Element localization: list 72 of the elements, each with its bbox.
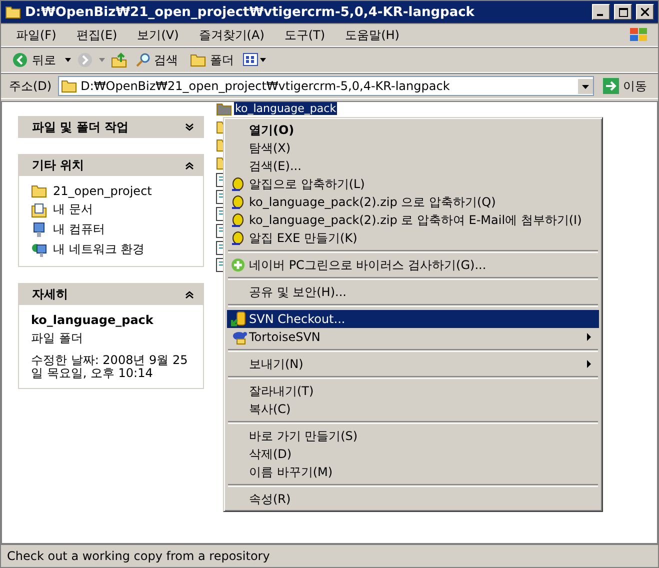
network-icon [31, 242, 47, 258]
status-text: Check out a working copy from a repository [1, 544, 658, 567]
place-link[interactable]: 내 네트워크 환경 [31, 241, 191, 258]
panel-header[interactable]: 기타 위치 [18, 154, 204, 176]
panel-header[interactable]: 파일 및 폴더 작업 [18, 116, 204, 138]
egg-icon [231, 194, 245, 210]
flag-logo-icon [628, 26, 650, 44]
close-icon [641, 8, 649, 16]
egg-icon [231, 212, 245, 228]
menu-item[interactable]: 공유 및 보안(H)... [227, 283, 599, 301]
menu-item[interactable]: 네이버 PC그린으로 바이러스 검사하기(G)... [227, 256, 599, 274]
plus-icon [231, 258, 245, 272]
menu-item[interactable]: 보내기(N) [227, 355, 599, 373]
folder-icon [60, 79, 77, 93]
egg-icon [231, 176, 245, 192]
menu-item[interactable]: ko_language_pack(2).zip 로 압축하여 E-Mail에 첨부하기(I) [227, 211, 599, 229]
place-link[interactable]: 내 컴퓨터 [31, 221, 191, 238]
menu-item[interactable]: 파일(F) [9, 24, 64, 46]
folders-button[interactable]: 폴더 [187, 50, 237, 70]
window-title: D:₩OpenBiz₩21_open_project₩vtigercrm-5,0,4-KR-langpack [25, 4, 476, 20]
folder-icon [31, 184, 47, 198]
egg-icon [231, 230, 245, 246]
computer-icon [31, 222, 47, 238]
views-icon[interactable] [243, 53, 267, 67]
menu-item[interactable]: 삭제(D) [227, 445, 599, 463]
address-label: 주소(D) [9, 78, 52, 94]
file-name[interactable]: ko_language_pack [234, 102, 338, 115]
folder-icon [5, 5, 21, 19]
folder-icon [190, 53, 206, 67]
maximize-icon [618, 8, 628, 16]
menu-item[interactable]: 도구(T) [277, 24, 332, 46]
menu-item[interactable]: 속성(R) [227, 490, 599, 508]
menu-item[interactable]: 이름 바꾸기(M) [227, 463, 599, 481]
maximize-button[interactable] [614, 4, 632, 20]
documents-folder-icon [31, 202, 47, 218]
modified-date: 수정한 날짜: 2008년 9월 25일 목요일, 오후 10:14 [31, 354, 189, 380]
menu-item[interactable]: 편집(E) [69, 24, 124, 46]
arrow-icon [603, 78, 619, 94]
menu-item[interactable]: ko_language_pack(2).zip 으로 압축하기(Q) [227, 193, 599, 211]
item-type: 파일 폴더 [31, 330, 84, 347]
menu-item[interactable]: SVN Checkout... [227, 310, 599, 328]
checkout-icon [231, 311, 247, 327]
address-field[interactable]: D:₩OpenBiz₩21_open_project₩vtigercrm-5,0,4-KR-langpack [58, 76, 594, 96]
dropdown-icon[interactable] [578, 78, 593, 94]
menu-item[interactable]: 잘라내기(T) [227, 382, 599, 400]
menu-item[interactable]: 알집 EXE 만들기(K) [227, 229, 599, 247]
expand-icon[interactable] [185, 122, 194, 132]
menu-item[interactable]: 검색(E)... [227, 157, 599, 175]
search-icon [136, 53, 150, 67]
collapse-icon[interactable] [185, 290, 194, 298]
menu-item[interactable]: 도움말(H) [338, 24, 406, 46]
menu-item[interactable]: 바로 가기 만들기(S) [227, 427, 599, 445]
dropdown-icon[interactable] [65, 58, 71, 62]
menu-item[interactable]: 즐겨찾기(A) [192, 24, 272, 46]
place-link[interactable]: 내 문서 [31, 201, 191, 218]
back-icon [12, 52, 28, 68]
menu-item[interactable]: 열기(O) [227, 121, 599, 139]
minimize-button[interactable] [592, 4, 610, 20]
go-button[interactable]: 이동 [600, 76, 650, 96]
menu-item[interactable]: 복사(C) [227, 400, 599, 418]
close-button[interactable] [636, 4, 654, 20]
menu-item[interactable]: 알집으로 압축하기(L) [227, 175, 599, 193]
panel-header[interactable]: 자세히 [18, 283, 204, 305]
back-button[interactable]: 뒤로 [9, 50, 59, 70]
up-folder-icon[interactable] [111, 52, 127, 68]
menu-item[interactable]: 탐색(X) [227, 139, 599, 157]
item-name: ko_language_pack [31, 313, 154, 327]
collapse-icon[interactable] [185, 160, 194, 170]
menu-item[interactable]: TortoiseSVN [227, 328, 599, 346]
search-button[interactable]: 검색 [133, 50, 181, 70]
menu-item[interactable]: 보기(V) [130, 24, 186, 46]
place-link[interactable]: 21_open_project [31, 184, 191, 198]
